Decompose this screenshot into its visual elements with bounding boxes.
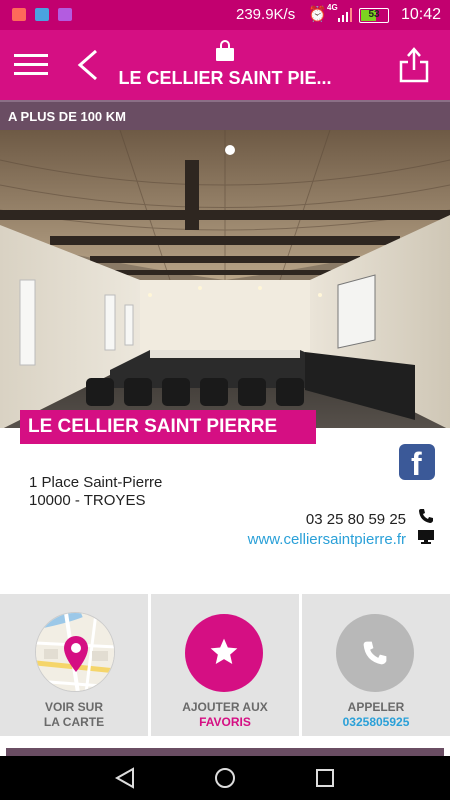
phone-number[interactable]: 03 25 80 59 25: [306, 511, 406, 528]
map-label-line2: LA CARTE: [43, 715, 105, 729]
network-speed: 239.9K/s: [236, 6, 296, 23]
app-bar: LE CELLIER SAINT PIE...: [0, 30, 450, 100]
nav-back-icon[interactable]: [113, 766, 137, 790]
shopping-bag-icon: [216, 40, 234, 61]
action-panel: VOIR SUR LA CARTE AJOUTER AUX FAVORIS AP…: [0, 594, 450, 736]
distance-label: A PLUS DE 100 KM: [8, 109, 126, 124]
call-button[interactable]: APPELER 0325805925: [302, 594, 450, 736]
monitor-icon: [418, 530, 434, 544]
signal-icon: [338, 8, 352, 22]
venue-photo[interactable]: [0, 130, 450, 428]
nav-recents-icon[interactable]: [313, 766, 337, 790]
map-thumbnail: [35, 612, 115, 692]
call-circle: [336, 614, 414, 692]
network-type: 4G: [327, 3, 338, 12]
alarm-icon: ⏰: [308, 6, 327, 23]
map-label-line1: VOIR SUR: [44, 700, 103, 714]
phone-call-icon: [363, 641, 387, 665]
system-nav-bar: [0, 756, 450, 800]
star-icon: [210, 638, 238, 664]
status-bar: 239.9K/s ⏰ 4G 53 10:42: [0, 0, 450, 30]
bottom-strip: [6, 748, 444, 756]
menu-icon[interactable]: [14, 54, 48, 76]
address-line2: 10000 - TROYES: [29, 492, 146, 509]
page-title: LE CELLIER SAINT PIE...: [118, 68, 332, 88]
favorite-label-line1: AJOUTER AUX: [182, 700, 268, 714]
notification-gallery-icon: [58, 8, 72, 21]
status-clock: 10:42: [401, 6, 442, 23]
view-on-map-button[interactable]: VOIR SUR LA CARTE: [0, 594, 148, 736]
back-icon[interactable]: [74, 48, 102, 82]
battery-icon: 53: [359, 8, 389, 23]
phone-icon: [419, 509, 433, 523]
notification-heart-icon: [12, 8, 26, 21]
call-label-line1: APPELER: [347, 700, 405, 714]
call-label-line2: 0325805925: [342, 715, 410, 729]
nav-home-icon[interactable]: [213, 766, 237, 790]
map-pin-icon: [64, 636, 88, 672]
share-icon[interactable]: [398, 44, 430, 84]
facebook-icon[interactable]: f: [399, 444, 435, 482]
website-link[interactable]: www.celliersaintpierre.fr: [248, 531, 406, 548]
distance-bar: A PLUS DE 100 KM: [0, 100, 450, 130]
address-line1: 1 Place Saint-Pierre: [29, 474, 163, 491]
favorite-circle: [185, 614, 263, 692]
venue-name: LE CELLIER SAINT PIERRE: [20, 410, 316, 444]
battery-level: 53: [368, 9, 380, 20]
favorite-label-line2: FAVORIS: [199, 715, 251, 729]
add-to-favorites-button[interactable]: AJOUTER AUX FAVORIS: [151, 594, 299, 736]
notification-cloud-icon: [35, 8, 49, 21]
venue-photo-illustration: [0, 130, 450, 428]
